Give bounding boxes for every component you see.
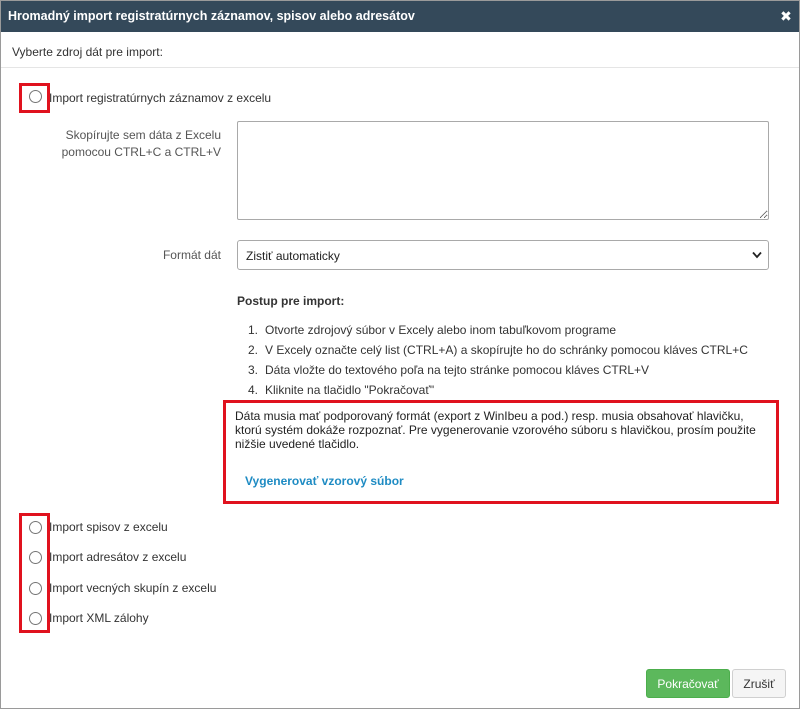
radio-label-import-addressees[interactable]: Import adresátov z excelu: [49, 550, 186, 564]
divider: [1, 67, 799, 68]
format-notice: Dáta musia mať podporovaný formát (expor…: [235, 409, 756, 451]
radio-label-import-subject-groups[interactable]: Import vecných skupín z excelu: [49, 581, 216, 595]
import-dialog: Hromadný import registratúrnych záznamov…: [0, 0, 800, 709]
step-number: 3.: [248, 363, 259, 377]
chevron-down-icon: [752, 251, 762, 259]
step-number: 2.: [248, 343, 259, 357]
instruction-step: 2. V Excely označte celý list (CTRL+A) a …: [248, 343, 748, 357]
radio-import-addressees[interactable]: [29, 551, 42, 564]
radio-import-subject-groups[interactable]: [29, 582, 42, 595]
paste-textarea[interactable]: [237, 121, 769, 220]
dialog-title: Hromadný import registratúrnych záznamov…: [8, 9, 415, 23]
step-number: 4.: [248, 383, 259, 397]
close-icon[interactable]: ✖: [779, 7, 793, 25]
radio-label-import-files[interactable]: Import spisov z excelu: [49, 520, 168, 534]
step-text: V Excely označte celý list (CTRL+A) a sk…: [265, 343, 748, 357]
paste-field-label: Skopírujte sem dáta z Excelu pomocou CTR…: [31, 127, 221, 161]
instructions-title: Postup pre import:: [237, 294, 345, 308]
step-text: Dáta vložte do textového poľa na tejto s…: [265, 363, 650, 377]
generate-sample-link[interactable]: Vygenerovať vzorový súbor: [245, 474, 404, 488]
paste-field-label-line2: pomocou CTRL+C a CTRL+V: [61, 145, 221, 159]
step-text: Otvorte zdrojový súbor v Excely alebo in…: [265, 323, 616, 337]
radio-label-import-records[interactable]: Import registratúrnych záznamov z excelu: [49, 91, 271, 105]
format-label: Formát dát: [162, 248, 221, 262]
instruction-step: 1. Otvorte zdrojový súbor v Excely alebo …: [248, 323, 616, 337]
radio-import-files[interactable]: [29, 521, 42, 534]
cancel-button[interactable]: Zrušiť: [732, 669, 786, 698]
radio-import-records[interactable]: [29, 90, 42, 103]
format-select-value: Zistiť automaticky: [246, 249, 340, 263]
radio-import-xml-backup[interactable]: [29, 612, 42, 625]
instruction-step: 4. Kliknite na tlačidlo "Pokračovať": [248, 383, 434, 397]
radio-label-import-xml-backup[interactable]: Import XML zálohy: [49, 611, 149, 625]
dialog-titlebar: Hromadný import registratúrnych záznamov…: [1, 1, 799, 32]
step-number: 1.: [248, 323, 259, 337]
step-text: Kliknite na tlačidlo "Pokračovať": [265, 383, 435, 397]
continue-button[interactable]: Pokračovať: [646, 669, 730, 698]
instruction-step: 3. Dáta vložte do textového poľa na tejto…: [248, 363, 649, 377]
format-select[interactable]: Zistiť automaticky: [237, 240, 769, 270]
paste-field-label-line1: Skopírujte sem dáta z Excelu: [65, 128, 221, 142]
source-prompt: Vyberte zdroj dát pre import:: [12, 45, 163, 59]
